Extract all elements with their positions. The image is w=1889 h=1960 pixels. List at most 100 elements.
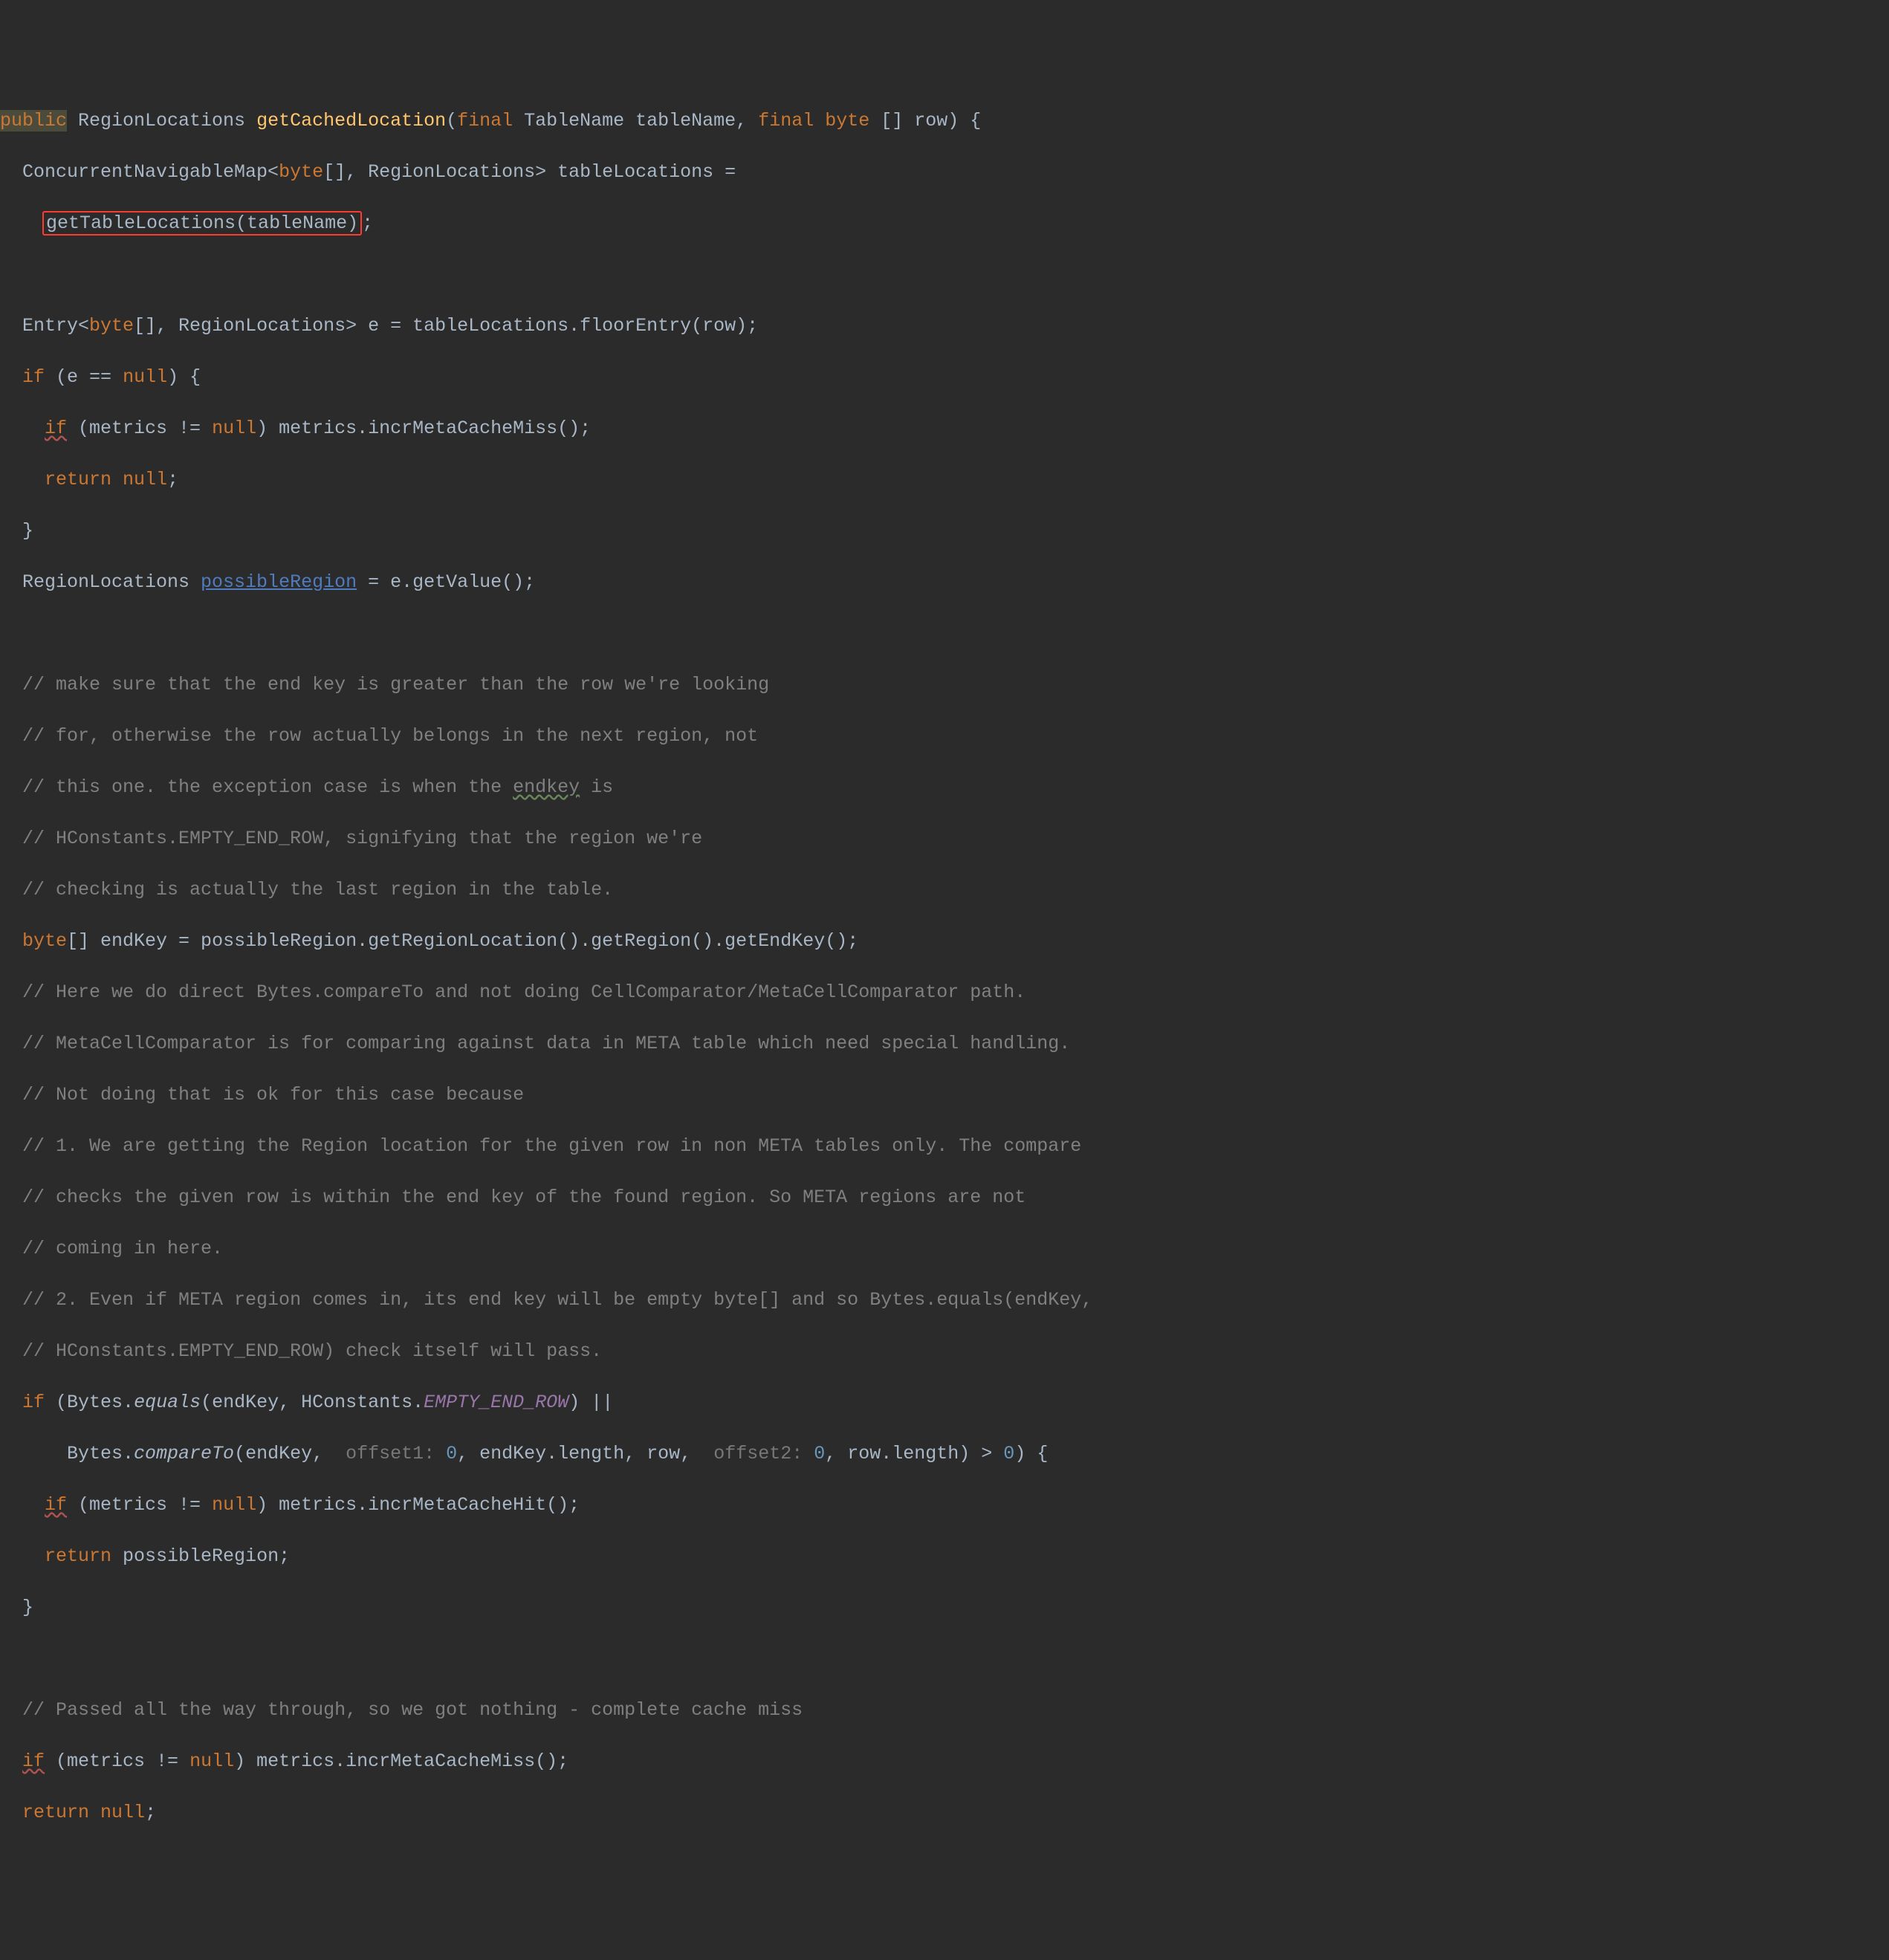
code-text: ) metrics.incrMetaCacheMiss(); [256, 418, 591, 439]
code-text: (metrics != [45, 1750, 189, 1772]
param-hint: offset1: [334, 1443, 446, 1464]
code-text: ) || [568, 1392, 613, 1413]
comment-line[interactable]: // Passed all the way through, so we got… [0, 1698, 1889, 1724]
comment-line[interactable]: // MetaCellComparator is for comparing a… [0, 1031, 1889, 1057]
code-line[interactable]: byte[] endKey = possibleRegion.getRegion… [0, 929, 1889, 955]
keyword-final: final [758, 110, 814, 132]
constant-field: EMPTY_END_ROW [424, 1392, 568, 1413]
code-text: } [0, 520, 33, 542]
code-line[interactable]: if (metrics != null) metrics.incrMetaCac… [0, 416, 1889, 442]
code-text: (Bytes. [45, 1392, 134, 1413]
code-text [0, 366, 22, 388]
static-method: equals [134, 1392, 201, 1413]
code-text: ConcurrentNavigableMap< [0, 161, 279, 183]
code-text [0, 930, 22, 952]
code-text [0, 418, 45, 439]
code-text: } [0, 1597, 33, 1618]
code-line[interactable]: return null; [0, 467, 1889, 493]
code-text: [] endKey = possibleRegion.getRegionLoca… [67, 930, 858, 952]
code-text: ( [446, 110, 457, 132]
code-text: [] row) { [869, 110, 981, 132]
code-line[interactable]: if (metrics != null) metrics.incrMetaCac… [0, 1749, 1889, 1775]
code-text: ; [145, 1802, 156, 1823]
variable-link[interactable]: possibleRegion [201, 571, 357, 593]
keyword-if: if [45, 1494, 67, 1516]
code-text: [], RegionLocations> tableLocations = [323, 161, 736, 183]
code-text: TableName tableName, [513, 110, 758, 132]
code-line[interactable]: getTableLocations(tableName); [0, 211, 1889, 237]
code-line[interactable]: Entry<byte[], RegionLocations> e = table… [0, 314, 1889, 340]
comment-line[interactable]: // checks the given row is within the en… [0, 1185, 1889, 1211]
code-line[interactable]: public RegionLocations getCachedLocation… [0, 108, 1889, 134]
keyword-final: final [457, 110, 513, 132]
code-line[interactable]: } [0, 519, 1889, 545]
comment-line[interactable]: // make sure that the end key is greater… [0, 672, 1889, 698]
keyword-null: null [189, 1750, 234, 1772]
code-text [0, 1750, 22, 1772]
code-text: , row.length) > [825, 1443, 1003, 1464]
spell-warning: endkey [513, 776, 580, 798]
keyword-null: null [100, 1802, 145, 1823]
keyword-return: return [45, 469, 123, 490]
comment-line[interactable]: // for, otherwise the row actually belon… [0, 724, 1889, 750]
keyword-null: null [123, 469, 167, 490]
comment-line[interactable]: // 2. Even if META region comes in, its … [0, 1288, 1889, 1314]
code-text: (metrics != [67, 418, 212, 439]
code-text: RegionLocations [67, 110, 256, 132]
keyword-public: public [0, 110, 67, 132]
comment-line[interactable]: // HConstants.EMPTY_END_ROW) check itsel… [0, 1339, 1889, 1365]
code-text: ) metrics.incrMetaCacheMiss(); [234, 1750, 568, 1772]
keyword-byte: byte [279, 161, 323, 183]
code-text: Entry< [0, 315, 89, 337]
code-text: [], RegionLocations> e = tableLocations.… [134, 315, 758, 337]
code-text: ) metrics.incrMetaCacheHit(); [256, 1494, 580, 1516]
method-name: getCachedLocation [256, 110, 446, 132]
code-text [814, 110, 825, 132]
comment-line[interactable]: // HConstants.EMPTY_END_ROW, signifying … [0, 826, 1889, 852]
blank-line[interactable] [0, 1646, 1889, 1672]
blank-line[interactable] [0, 262, 1889, 288]
code-text: (endKey, HConstants. [201, 1392, 424, 1413]
comment-line[interactable]: // Not doing that is ok for this case be… [0, 1083, 1889, 1109]
code-text: ; [167, 469, 178, 490]
keyword-null: null [123, 366, 167, 388]
comment-text: is [580, 776, 613, 798]
code-text [0, 1392, 22, 1413]
code-line[interactable]: RegionLocations possibleRegion = e.getVa… [0, 570, 1889, 596]
code-line[interactable]: } [0, 1595, 1889, 1621]
code-text: = e.getValue(); [357, 571, 535, 593]
blank-line[interactable] [0, 621, 1889, 647]
static-method: compareTo [134, 1443, 234, 1464]
code-line[interactable]: if (Bytes.equals(endKey, HConstants.EMPT… [0, 1390, 1889, 1416]
number-literal: 0 [814, 1443, 825, 1464]
comment-line[interactable]: // this one. the exception case is when … [0, 775, 1889, 801]
comment-line[interactable]: // checking is actually the last region … [0, 877, 1889, 903]
code-line[interactable]: if (e == null) { [0, 365, 1889, 391]
keyword-null: null [212, 1494, 256, 1516]
keyword-return: return [22, 1802, 100, 1823]
keyword-byte: byte [22, 930, 67, 952]
comment-line[interactable]: // Here we do direct Bytes.compareTo and… [0, 980, 1889, 1006]
keyword-null: null [212, 418, 256, 439]
code-text: (e == [45, 366, 123, 388]
comment-text: // this one. the exception case is when … [0, 776, 513, 798]
code-line[interactable]: return possibleRegion; [0, 1544, 1889, 1570]
keyword-if: if [22, 366, 45, 388]
code-text [0, 1802, 22, 1823]
code-line[interactable]: if (metrics != null) metrics.incrMetaCac… [0, 1493, 1889, 1519]
code-text [0, 469, 45, 490]
code-text [0, 1494, 45, 1516]
code-text: ; [362, 212, 373, 234]
comment-line[interactable]: // 1. We are getting the Region location… [0, 1134, 1889, 1160]
number-literal: 0 [446, 1443, 457, 1464]
code-line[interactable]: ConcurrentNavigableMap<byte[], RegionLoc… [0, 160, 1889, 186]
code-text: ) { [1014, 1443, 1048, 1464]
comment-line[interactable]: // coming in here. [0, 1236, 1889, 1262]
keyword-if: if [45, 418, 67, 439]
code-text: (endKey, [234, 1443, 334, 1464]
code-line[interactable]: Bytes.compareTo(endKey, offset1: 0, endK… [0, 1441, 1889, 1467]
param-hint: offset2: [702, 1443, 814, 1464]
code-line[interactable]: return null; [0, 1800, 1889, 1826]
keyword-if: if [22, 1750, 45, 1772]
highlighted-call[interactable]: getTableLocations(tableName) [42, 211, 362, 236]
